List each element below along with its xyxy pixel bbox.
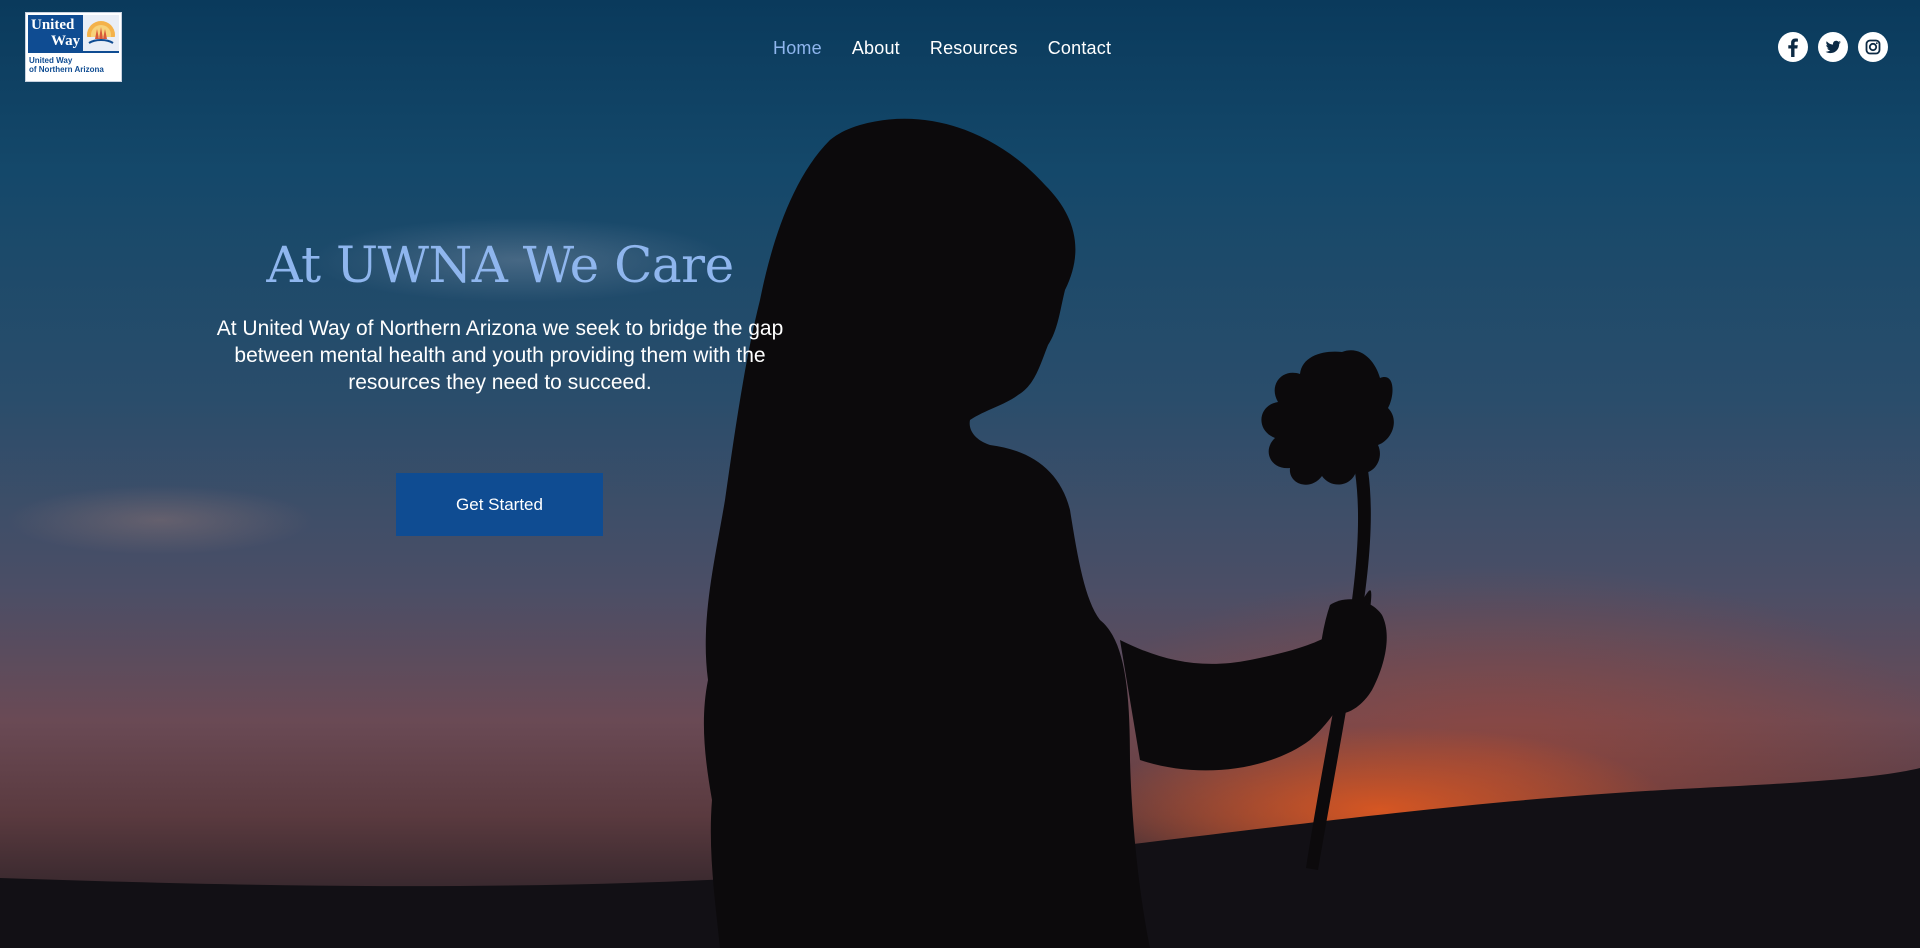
hand-rainbow-icon — [83, 15, 119, 51]
instagram-icon[interactable] — [1858, 32, 1888, 62]
social-links — [1778, 32, 1888, 62]
main-navigation: Home About Resources Contact — [773, 38, 1111, 59]
united-way-logo[interactable]: United Way United Way of Northern Arizon… — [25, 12, 122, 82]
nav-resources[interactable]: Resources — [930, 38, 1018, 59]
logo-subtitle: United Way of Northern Arizona — [29, 56, 104, 74]
nav-contact[interactable]: Contact — [1048, 38, 1111, 59]
twitter-icon[interactable] — [1818, 32, 1848, 62]
hero-title: At UWNA We Care — [266, 236, 734, 294]
get-started-button[interactable]: Get Started — [396, 473, 603, 536]
facebook-icon[interactable] — [1778, 32, 1808, 62]
logo-title-line1: United — [31, 17, 75, 33]
nav-about[interactable]: About — [852, 38, 900, 59]
logo-wordmark: United Way — [31, 17, 80, 49]
logo-title-line2: Way — [51, 33, 81, 49]
logo-subtitle-line2: of Northern Arizona — [29, 65, 104, 74]
woman-silhouette-image — [703, 118, 1394, 948]
nav-home[interactable]: Home — [773, 38, 822, 59]
hero-section: United Way United Way of Northern Arizon… — [0, 0, 1920, 948]
hero-description: At United Way of Northern Arizona we see… — [216, 317, 784, 394]
logo-subtitle-line1: United Way — [29, 56, 73, 65]
